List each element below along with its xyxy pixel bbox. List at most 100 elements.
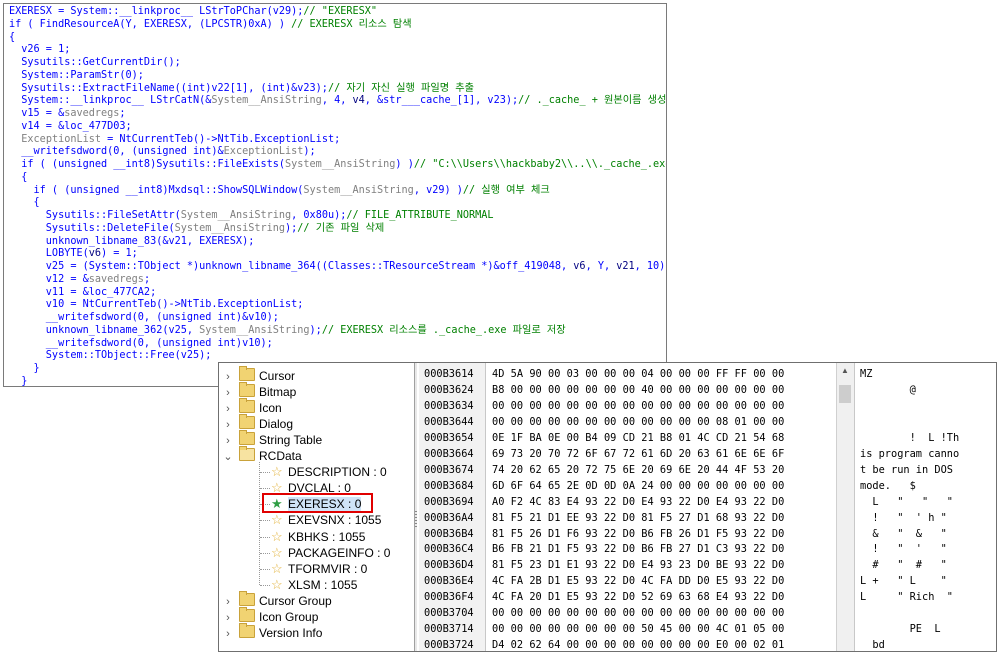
tree-item-rcdata[interactable]: ⌄ RCData (223, 446, 302, 465)
ascii-row[interactable]: MZ (860, 367, 872, 383)
ascii-row[interactable]: @ (860, 383, 916, 399)
code-token: if ( (unsigned __int8)Sysutils::FileExis… (9, 159, 286, 170)
hex-row[interactable]: 000B3624 B8 00 00 00 00 00 00 00 40 00 00… (419, 383, 835, 399)
ascii-row[interactable]: L " Rich " (860, 590, 953, 606)
code-token: System__AnsiString (285, 159, 396, 170)
hex-view[interactable]: 000B3614 4D 5A 90 00 03 00 00 00 04 00 00… (419, 363, 835, 651)
hex-bytes[interactable]: 81 F5 26 D1 F6 93 22 D0 B6 FB 26 D1 F5 9… (492, 527, 784, 543)
hex-row[interactable]: 000B36D4 81 F5 23 D1 E1 93 22 D0 E4 93 23… (419, 558, 835, 574)
hex-bytes[interactable]: 00 00 00 00 00 00 00 00 50 45 00 00 4C 0… (492, 622, 784, 638)
tree-item-xlsm[interactable]: ☆ XLSM : 1055 (271, 577, 357, 593)
collapse-chevron-icon[interactable]: ⌄ (223, 449, 233, 465)
scroll-up-arrow-icon[interactable]: ▲ (841, 366, 849, 375)
expand-chevron-icon[interactable]: › (223, 433, 233, 449)
hex-row[interactable]: 000B3684 6D 6F 64 65 2E 0D 0D 0A 24 00 00… (419, 479, 835, 495)
hex-bytes[interactable]: 69 73 20 70 72 6F 67 72 61 6D 20 63 61 6… (492, 447, 784, 463)
code-token: Sysutils::FileSetAttr( (9, 210, 181, 221)
scroll-thumb[interactable] (839, 385, 851, 403)
code-token: } (9, 363, 40, 374)
hex-bytes[interactable]: 4C FA 20 D1 E5 93 22 D0 52 69 63 68 E4 9… (492, 590, 784, 606)
tree-item-exevsnx[interactable]: ☆ EXEVSNX : 1055 (271, 512, 381, 528)
ascii-row[interactable]: ! L !Th (860, 431, 960, 447)
hex-row[interactable]: 000B3614 4D 5A 90 00 03 00 00 00 04 00 00… (419, 367, 835, 383)
expand-chevron-icon[interactable]: › (223, 401, 233, 417)
hex-row[interactable]: 000B3694 A0 F2 4C 83 E4 93 22 D0 E4 93 22… (419, 495, 835, 511)
code-token: System__AnsiString (303, 184, 414, 196)
hex-row[interactable]: 000B36F4 4C FA 20 D1 E5 93 22 D0 52 69 63… (419, 590, 835, 606)
code-token: savedregs (88, 273, 144, 285)
resource-viewer-window: › Cursor › Bitmap › Icon › Dialog › String Table ⌄… (218, 362, 997, 652)
hex-bytes[interactable]: D4 02 62 64 00 00 00 00 00 00 00 00 E0 0… (492, 638, 784, 651)
ascii-row[interactable]: ! " ' " (860, 542, 946, 558)
hex-row[interactable]: 000B36A4 81 F5 21 D1 EE 93 22 D0 81 F5 27… (419, 511, 835, 527)
ascii-row[interactable]: t be run in DOS (860, 463, 953, 479)
hex-bytes[interactable]: 6D 6F 64 65 2E 0D 0D 0A 24 00 00 00 00 0… (492, 479, 784, 495)
hex-address: 000B3704 (424, 607, 474, 620)
code-token: ExceptionList (223, 146, 304, 158)
hex-row[interactable]: 000B3644 00 00 00 00 00 00 00 00 00 00 00… (419, 415, 835, 431)
ascii-row[interactable]: is program canno (860, 447, 959, 463)
ascii-row[interactable]: L + " L " (860, 574, 947, 590)
hex-row[interactable]: 000B3704 00 00 00 00 00 00 00 00 00 00 00… (419, 606, 835, 622)
tree-item-bitmap[interactable]: › Bitmap (223, 382, 296, 401)
ascii-row[interactable]: mode. $ (860, 479, 916, 495)
ascii-row[interactable]: PE L (860, 622, 941, 638)
hex-bytes[interactable]: 81 F5 23 D1 E1 93 22 D0 E4 93 23 D0 BE 9… (492, 558, 784, 574)
code-token: savedregs (64, 108, 120, 119)
hex-bytes[interactable]: A0 F2 4C 83 E4 93 22 D0 E4 93 22 D0 E4 9… (492, 495, 784, 511)
hex-bytes[interactable]: 0E 1F BA 0E 00 B4 09 CD 21 B8 01 4C CD 2… (492, 431, 784, 447)
hex-bytes[interactable]: B6 FB 21 D1 F5 93 22 D0 B6 FB 27 D1 C3 9… (492, 542, 784, 558)
tree-connector-line (260, 552, 270, 554)
hex-bytes[interactable]: 4C FA 2B D1 E5 93 22 D0 4C FA DD D0 E5 9… (492, 574, 784, 590)
hex-row[interactable]: 000B36B4 81 F5 26 D1 F6 93 22 D0 B6 FB 26… (419, 527, 835, 543)
hex-row[interactable]: 000B3634 00 00 00 00 00 00 00 00 00 00 00… (419, 399, 835, 415)
ascii-row[interactable]: & " & " (860, 527, 946, 543)
hex-row[interactable]: 000B3674 74 20 62 65 20 72 75 6E 20 69 6E… (419, 463, 835, 479)
resource-tree[interactable]: › Cursor › Bitmap › Icon › Dialog › String Table ⌄… (219, 363, 415, 651)
hex-bytes[interactable]: B8 00 00 00 00 00 00 00 40 00 00 00 00 0… (492, 383, 784, 399)
hex-bytes[interactable]: 81 F5 21 D1 EE 93 22 D0 81 F5 27 D1 68 9… (492, 511, 784, 527)
tree-item-dialog[interactable]: › Dialog (223, 414, 293, 433)
hex-bytes[interactable]: 74 20 62 65 20 72 75 6E 20 69 6E 20 44 4… (492, 463, 784, 479)
ascii-row[interactable]: bd (860, 638, 884, 651)
tree-item-icon-group[interactable]: › Icon Group (223, 606, 319, 626)
ascii-view[interactable]: MZ @ ! L !Th is program canno t be run in … (854, 363, 996, 651)
code-line: Sysutils::ExtractFileName((int)v22[1], (… (9, 83, 666, 96)
tree-item-kbhks[interactable]: ☆ KBHKS : 1055 (271, 529, 365, 545)
expand-chevron-icon[interactable]: › (223, 626, 233, 642)
tree-item-icon[interactable]: › Icon (223, 398, 282, 417)
hex-address: 000B3614 (424, 368, 474, 380)
hex-row[interactable]: 000B3664 69 73 20 70 72 6F 67 72 61 6D 20… (419, 447, 835, 463)
tree-item-string-table[interactable]: › String Table (223, 430, 322, 449)
tree-item-tformvir[interactable]: ☆ TFORMVIR : 0 (271, 561, 367, 577)
tree-item-label: Icon Group (259, 609, 319, 624)
hex-row[interactable]: 000B36C4 B6 FB 21 D1 F5 93 22 D0 B6 FB 27… (419, 542, 835, 558)
tree-item-version-info[interactable]: › Version Info (223, 622, 322, 642)
expand-chevron-icon[interactable]: › (223, 369, 233, 385)
ascii-row[interactable]: # " # " (860, 558, 946, 574)
hex-bytes[interactable]: 4D 5A 90 00 03 00 00 00 04 00 00 00 FF F… (492, 367, 784, 383)
expand-chevron-icon[interactable]: › (223, 594, 233, 610)
ascii-row[interactable]: L " " " (860, 495, 953, 511)
hex-row[interactable]: 000B36E4 4C FA 2B D1 E5 93 22 D0 4C FA DD… (419, 574, 835, 590)
pane-splitter[interactable] (415, 363, 417, 651)
code-token: , 0x80u); (291, 210, 347, 221)
hex-bytes[interactable]: 00 00 00 00 00 00 00 00 00 00 00 00 00 0… (492, 606, 784, 622)
hex-bytes[interactable]: 00 00 00 00 00 00 00 00 00 00 00 00 00 0… (492, 399, 784, 415)
expand-chevron-icon[interactable]: › (223, 417, 233, 433)
hex-bytes[interactable]: 00 00 00 00 00 00 00 00 00 00 00 00 08 0… (492, 415, 784, 431)
code-token: , 10); (634, 261, 666, 272)
expand-chevron-icon[interactable]: › (223, 610, 233, 626)
resource-star-icon: ☆ (271, 576, 283, 592)
hex-row[interactable]: 000B3724 D4 02 62 64 00 00 00 00 00 00 00… (419, 638, 835, 651)
tree-item-packageinfo[interactable]: ☆ PACKAGEINFO : 0 (271, 545, 390, 561)
selection-highlight-box (262, 493, 373, 514)
tree-item-cursor[interactable]: › Cursor (223, 366, 295, 385)
code-comment: // EXERESX 리소스를 ._cache_.exe 파일로 저장 (321, 324, 566, 336)
ascii-row[interactable]: ! " ' h " (860, 511, 946, 527)
expand-chevron-icon[interactable]: › (223, 385, 233, 401)
hex-row[interactable]: 000B3714 00 00 00 00 00 00 00 00 50 45 00… (419, 622, 835, 638)
tree-item-description[interactable]: ☆ DESCRIPTION : 0 (271, 464, 387, 480)
hex-scrollbar[interactable]: ▲ (836, 363, 854, 651)
hex-row[interactable]: 000B3654 0E 1F BA 0E 00 B4 09 CD 21 B8 01… (419, 431, 835, 447)
